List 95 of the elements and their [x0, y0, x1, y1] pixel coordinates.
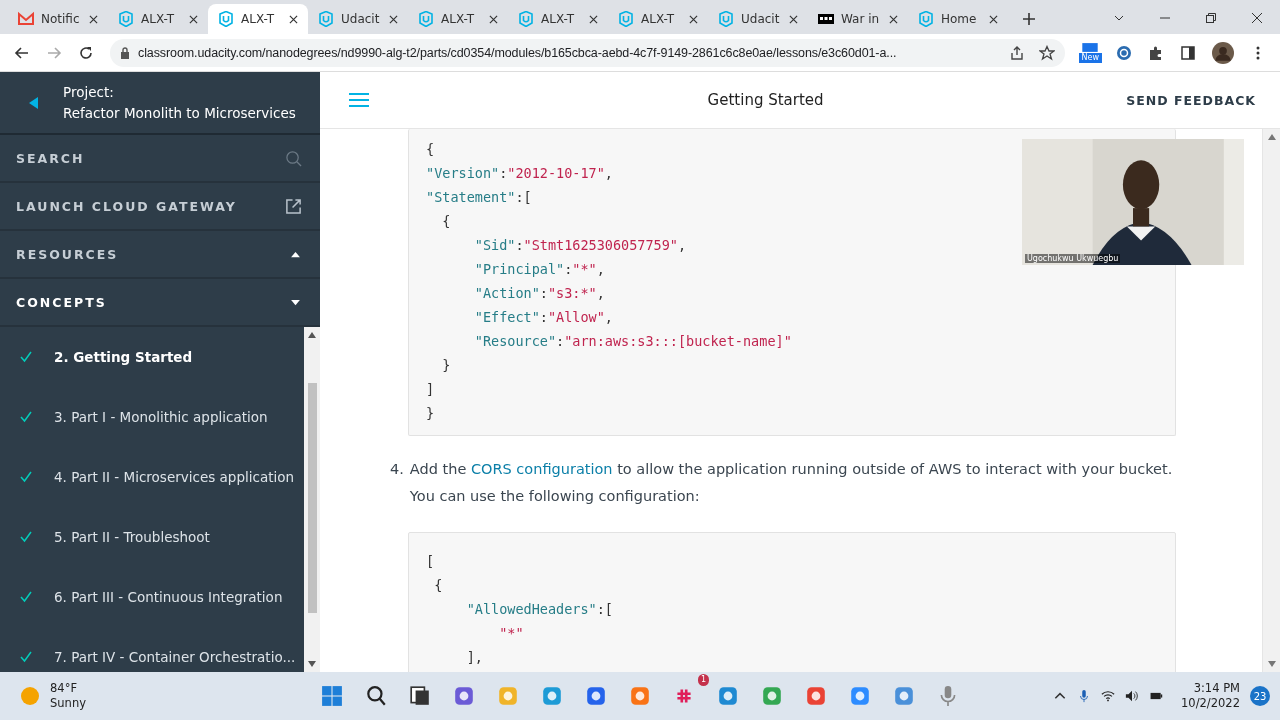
scroll-down-icon[interactable] — [1267, 661, 1276, 667]
new-badge: New — [1078, 53, 1102, 63]
close-icon[interactable] — [789, 14, 798, 24]
search-icon — [285, 149, 302, 167]
new-tab-icon[interactable] — [1022, 12, 1036, 26]
tab-title: Home — [941, 12, 978, 26]
windows-start-icon[interactable] — [321, 685, 343, 707]
code-block: [ { "AllowedHeaders":[ "*" ], — [408, 532, 1176, 672]
u-logo-icon — [418, 11, 434, 27]
tab-title: ALX-T — [141, 12, 176, 26]
weather-text: Sunny — [50, 696, 86, 711]
lesson-item[interactable]: 7. Part IV - Container Orchestratio... — [0, 627, 304, 672]
browser-tab[interactable]: ALX-T — [208, 4, 308, 34]
page-title: Getting Started — [706, 91, 825, 109]
close-icon[interactable] — [889, 14, 898, 24]
tab-title: ALX-T — [541, 12, 576, 26]
project-label: Project: — [63, 82, 115, 102]
notification-badge: 1 — [697, 674, 709, 686]
date-text: 10/2/2022 — [1181, 696, 1240, 711]
browser-tab[interactable]: War in — [808, 4, 908, 34]
u-logo-icon — [118, 11, 134, 27]
scrollbar[interactable] — [1262, 129, 1280, 672]
circle-logo-icon[interactable] — [1116, 44, 1132, 61]
back-icon[interactable] — [14, 44, 30, 61]
close-icon[interactable] — [1251, 12, 1263, 24]
u-logo-icon — [218, 11, 234, 27]
u-logo-icon — [618, 11, 634, 27]
caret-up-icon — [291, 250, 300, 258]
lesson-item[interactable]: 3. Part I - Monolithic application — [0, 387, 304, 447]
notification-badge[interactable]: 23 — [1250, 686, 1270, 706]
lesson-item[interactable]: 5. Part II - Troubleshoot — [0, 507, 304, 567]
address-bar[interactable]: classroom.udacity.com/nanodegrees/nd9990-alg-t2/parts/cd0354/modules/b165cbca-aebd-4c7f-9149-2861c6c8e0ae/lessons/e3c60d01-a... — [110, 38, 1065, 67]
browser-tab[interactable]: ALX-T — [508, 4, 608, 34]
star-icon[interactable] — [1038, 44, 1055, 61]
lesson-item[interactable]: 6. Part III - Continuous Integration — [0, 567, 304, 627]
browser-tab[interactable]: Udacit — [708, 4, 808, 34]
browser-tab[interactable]: ALX-T — [108, 4, 208, 34]
step-number: 4. — [390, 460, 404, 479]
cors-configuration-link[interactable]: CORS configuration — [470, 461, 613, 477]
scroll-up-icon[interactable] — [1267, 134, 1276, 140]
u-logo-icon — [718, 11, 734, 27]
task-view-icon[interactable] — [409, 685, 431, 707]
mail-icon — [18, 11, 34, 27]
lesson-item[interactable]: 2. Getting Started — [0, 327, 304, 387]
clock[interactable]: 3:14 PM 10/2/2022 — [1181, 681, 1240, 711]
close-icon[interactable] — [689, 14, 698, 24]
u-logo-icon — [918, 11, 934, 27]
scroll-down-icon[interactable] — [308, 661, 316, 667]
external-link-icon — [285, 197, 302, 215]
dots-icon — [818, 11, 834, 27]
tab-title: ALX-T — [441, 12, 476, 26]
tab-title: Udacit — [741, 12, 781, 26]
browser-tab[interactable]: Notific — [8, 4, 108, 34]
lock-icon — [120, 46, 130, 59]
browser-tab[interactable]: ALX-T — [408, 4, 508, 34]
close-icon[interactable] — [589, 14, 598, 24]
search-icon[interactable] — [365, 685, 387, 707]
lesson-item[interactable]: 4. Part II - Microservices application — [0, 447, 304, 507]
u-logo-icon — [318, 11, 334, 27]
extension-button[interactable]: New — [1078, 42, 1102, 63]
tab-title: Notific — [41, 12, 81, 26]
close-icon[interactable] — [189, 14, 198, 24]
scroll-up-icon[interactable] — [308, 332, 316, 338]
project-title: Refactor Monolith to Microservices — [63, 103, 296, 123]
temperature: 84°F — [50, 681, 78, 696]
close-icon[interactable] — [489, 14, 498, 24]
puzzle-icon[interactable] — [1148, 44, 1164, 61]
u-logo-icon — [518, 11, 534, 27]
video-caption: Ugochukwu Ukwuegbu — [1025, 254, 1121, 263]
share-icon[interactable] — [1008, 44, 1025, 61]
caret-down-icon — [291, 298, 300, 306]
avatar-icon[interactable] — [1212, 41, 1234, 64]
tab-title: ALX-T — [641, 12, 676, 26]
speaker-icon[interactable] — [1125, 689, 1140, 703]
browser-tab[interactable]: ALX-T — [608, 4, 708, 34]
close-icon[interactable] — [89, 14, 98, 24]
send-feedback-button[interactable]: SEND FEEDBACK — [1122, 86, 1260, 114]
tab-title: Udacit — [341, 12, 381, 26]
close-icon[interactable] — [989, 14, 998, 24]
browser-tab[interactable]: Home — [908, 4, 1008, 34]
screen-icon — [1081, 42, 1100, 53]
side-panel-icon[interactable] — [1180, 44, 1196, 61]
tab-title: War in — [841, 12, 881, 26]
reload-icon[interactable] — [78, 44, 94, 61]
tab-title: ALX-T — [241, 12, 276, 26]
time-text: 3:14 PM — [1193, 681, 1240, 696]
step-text: Add the CORS configuration to allow the application running outside of AWS to interact with your bucket. You can use the following configuration: — [409, 460, 1174, 506]
url-text: classroom.udacity.com/nanodegrees/nd9990-alg-t2/parts/cd0354/modules/b165cbca-aebd-4c7f-9149-2861c6c8e0ae/lessons/e3c60d01-a... — [138, 45, 898, 60]
close-icon[interactable] — [389, 14, 398, 24]
scrollbar[interactable] — [304, 327, 320, 672]
browser-tab[interactable]: Udacit — [308, 4, 408, 34]
close-icon[interactable] — [289, 14, 298, 24]
wifi-icon[interactable] — [1101, 689, 1116, 703]
back-triangle-icon[interactable] — [29, 96, 39, 109]
restore-icon[interactable] — [1205, 12, 1217, 24]
